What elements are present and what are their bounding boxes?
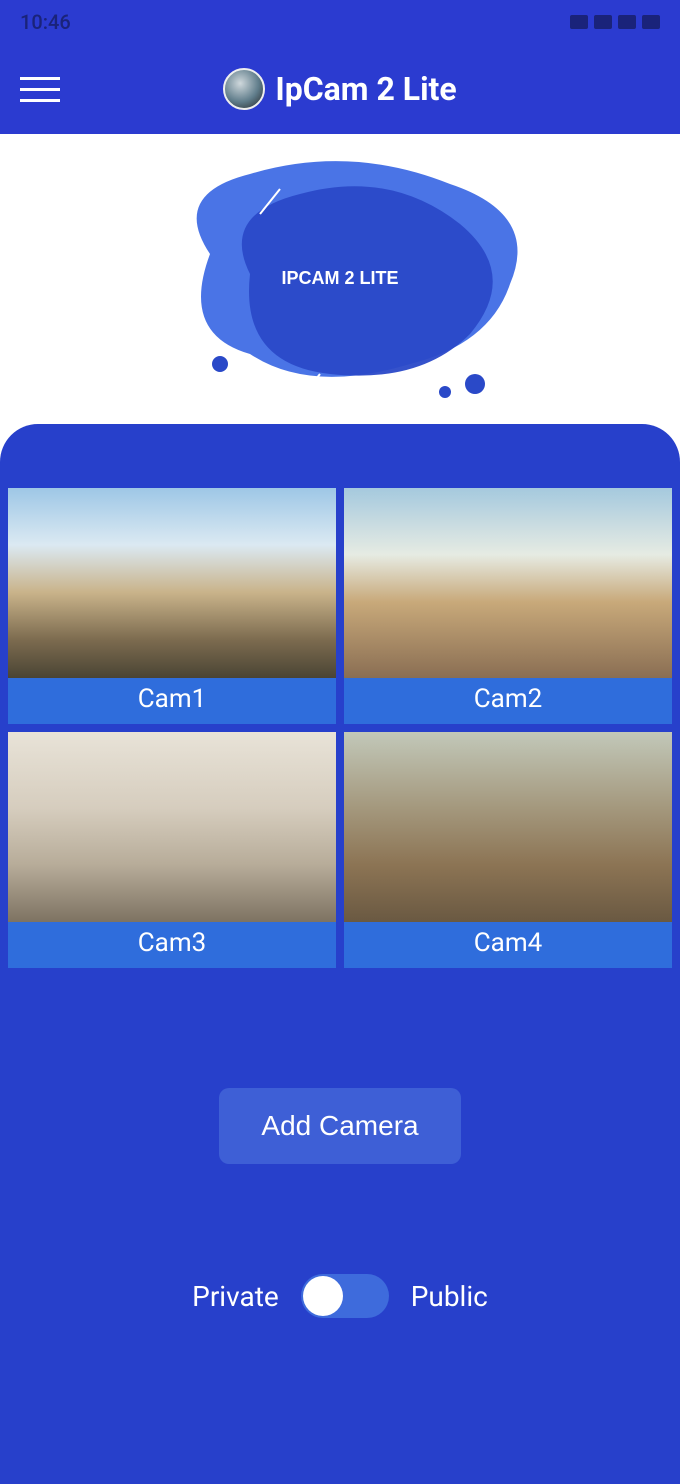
camera-thumbnail bbox=[344, 732, 672, 922]
app-title-wrap: IpCam 2 Lite bbox=[0, 68, 680, 110]
camera-panel: Cam1 Cam2 Cam3 Cam4 Add Camera Private P… bbox=[0, 424, 680, 1484]
camera-label: Cam4 bbox=[344, 922, 672, 968]
alarm-icon bbox=[570, 15, 588, 29]
camera-tile-2[interactable]: Cam2 bbox=[344, 488, 672, 724]
status-bar: 10:46 bbox=[0, 0, 680, 44]
toggle-label-public: Public bbox=[411, 1280, 488, 1313]
camera-tile-1[interactable]: Cam1 bbox=[8, 488, 336, 724]
visibility-toggle[interactable] bbox=[301, 1274, 389, 1318]
toggle-label-private: Private bbox=[192, 1280, 279, 1313]
camera-grid: Cam1 Cam2 Cam3 Cam4 bbox=[0, 488, 680, 968]
status-time: 10:46 bbox=[20, 10, 71, 34]
camera-thumbnail bbox=[344, 488, 672, 678]
hero-label: IPCAM 2 LITE bbox=[281, 268, 398, 288]
signal-icon bbox=[618, 15, 636, 29]
visibility-toggle-row: Private Public bbox=[0, 1274, 680, 1318]
menu-button[interactable] bbox=[20, 67, 64, 111]
toggle-knob-icon bbox=[303, 1276, 343, 1316]
hero-banner: IPCAM 2 LITE bbox=[0, 134, 680, 424]
camera-label: Cam1 bbox=[8, 678, 336, 724]
wifi-icon bbox=[594, 15, 612, 29]
camera-label: Cam3 bbox=[8, 922, 336, 968]
camera-tile-3[interactable]: Cam3 bbox=[8, 732, 336, 968]
camera-tile-4[interactable]: Cam4 bbox=[344, 732, 672, 968]
battery-icon bbox=[642, 15, 660, 29]
app-header: IpCam 2 Lite bbox=[0, 44, 680, 134]
camera-thumbnail bbox=[8, 488, 336, 678]
app-title: IpCam 2 Lite bbox=[275, 70, 456, 108]
camera-label: Cam2 bbox=[344, 678, 672, 724]
camera-thumbnail bbox=[8, 732, 336, 922]
add-camera-button[interactable]: Add Camera bbox=[219, 1088, 460, 1164]
camera-lens-icon bbox=[223, 68, 265, 110]
status-icons bbox=[570, 15, 660, 29]
hero-blob-icon: IPCAM 2 LITE bbox=[130, 134, 550, 424]
